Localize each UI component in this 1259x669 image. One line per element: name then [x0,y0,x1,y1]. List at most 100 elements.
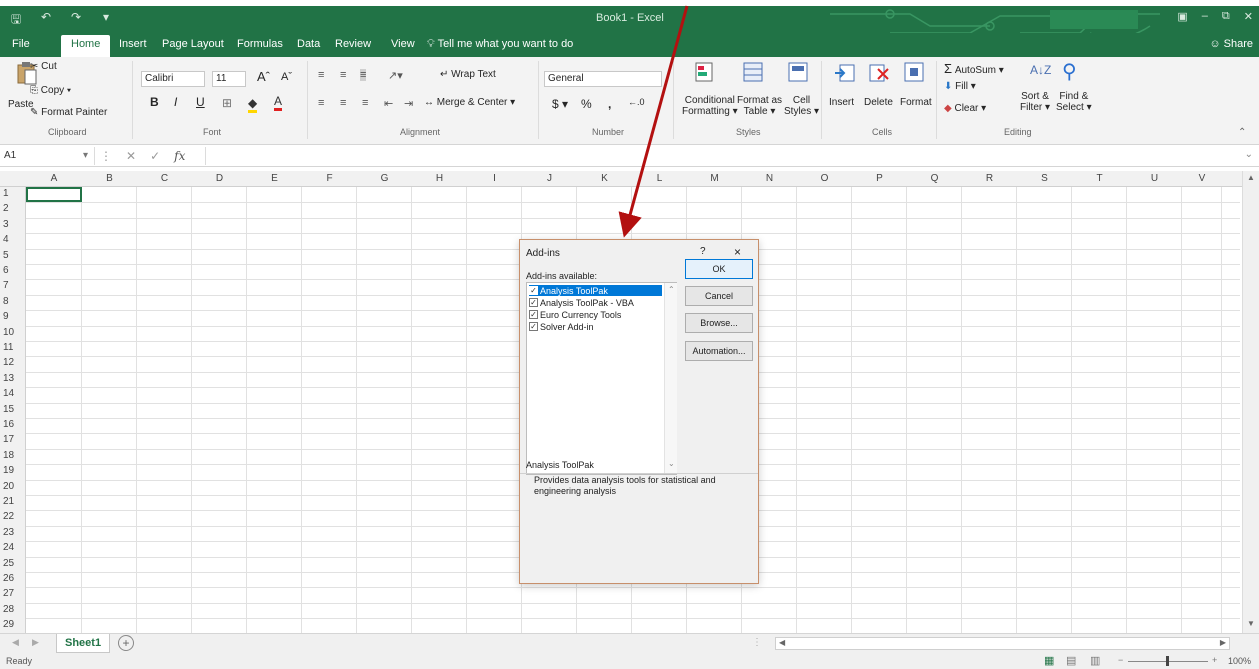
enter-entry-icon[interactable]: ✓ [150,149,160,163]
align-right-icon[interactable]: ≡ [362,97,368,109]
decrease-indent-icon[interactable]: ⇤ [384,97,393,110]
vertical-scrollbar[interactable]: ▲ ▼ [1242,171,1259,633]
row-header[interactable]: 25 [3,558,14,569]
format-as-table-icon[interactable] [742,61,764,85]
zoom-slider-thumb[interactable] [1166,656,1169,666]
currency-icon[interactable]: $ ▾ [552,97,568,111]
italic-button[interactable]: I [174,95,177,109]
delete-button[interactable]: Delete [864,97,893,108]
column-header[interactable]: G [357,173,412,184]
number-format-select[interactable]: General [544,71,662,87]
decrease-font-icon[interactable]: Aˇ [281,71,292,83]
automation-button[interactable]: Automation... [685,341,753,361]
zoom-level[interactable]: 100% [1228,656,1251,666]
find-select-button[interactable]: Find & Select ▾ [1056,91,1092,113]
column-header[interactable]: O [797,173,852,184]
ok-button[interactable]: OK [685,259,753,279]
row-header[interactable]: 16 [3,419,14,430]
fill-color-icon[interactable]: ◆ [248,96,258,113]
row-header[interactable]: 8 [3,296,9,307]
orientation-icon[interactable]: ↗▾ [388,69,403,82]
tell-me-box[interactable]: 💡︎ Tell me what you want to do [427,38,573,51]
tab-review[interactable]: Review [335,38,371,50]
column-header[interactable]: J [522,173,577,184]
row-header[interactable]: 20 [3,481,14,492]
align-left-icon[interactable]: ≡ [318,97,324,109]
save-icon[interactable]: 🖫 [8,10,24,31]
align-center-icon[interactable]: ≡ [340,97,346,109]
row-header[interactable]: 7 [3,280,9,291]
zoom-in-icon[interactable]: + [1212,655,1217,665]
conditional-formatting-icon[interactable] [694,61,716,85]
add-sheet-icon[interactable]: + [118,635,134,651]
list-item-euro-currency-tools[interactable]: ✓ Euro Currency Tools [529,309,662,320]
scroll-down-icon[interactable]: ▼ [1247,619,1255,628]
formula-input[interactable] [205,147,1245,165]
redo-icon[interactable]: ↷ [68,10,84,31]
column-header[interactable]: D [192,173,247,184]
share-button[interactable]: ☺ Share [1209,38,1253,50]
font-name-select[interactable]: Calibri [141,71,205,87]
column-header[interactable]: U [1127,173,1182,184]
chevron-up-icon[interactable]: ⌃ [668,285,675,294]
expand-formula-bar-icon[interactable]: ⌄ [1245,149,1253,160]
checkbox[interactable]: ✓ [529,310,538,319]
page-layout-view-icon[interactable]: ▤ [1066,654,1076,667]
list-item-analysis-toolpak[interactable]: ✓ Analysis ToolPak [529,285,662,296]
customize-qat-icon[interactable]: ▾ [98,10,114,31]
row-header[interactable]: 6 [3,265,9,276]
scroll-left-icon[interactable]: ◀ [779,638,785,647]
tab-formulas[interactable]: Formulas [237,38,283,50]
column-header[interactable]: R [962,173,1017,184]
delete-cells-icon[interactable] [868,61,890,85]
tab-page-layout[interactable]: Page Layout [162,38,224,50]
browse-button[interactable]: Browse... [685,313,753,333]
tab-home[interactable]: Home [61,35,111,57]
cell-styles-icon[interactable] [787,61,809,85]
add-ins-list[interactable]: ✓ Analysis ToolPak ✓ Analysis ToolPak - VB… [526,282,677,475]
column-header[interactable]: T [1072,173,1127,184]
cell-styles-button[interactable]: Cell Styles ▾ [784,95,819,117]
row-header[interactable]: 2 [3,203,9,214]
row-header[interactable]: 14 [3,388,14,399]
undo-icon[interactable]: ↶ [38,10,54,31]
column-header[interactable]: S [1017,173,1072,184]
row-header[interactable]: 10 [3,327,14,338]
horizontal-scrollbar[interactable]: ◀ ▶ [775,637,1230,650]
sort-filter-button[interactable]: Sort & Filter ▾ [1020,91,1050,113]
row-header[interactable]: 1 [3,188,9,199]
row-header[interactable]: 18 [3,450,14,461]
cancel-entry-icon[interactable]: ✕ [126,149,136,163]
format-button[interactable]: Format [900,97,932,108]
list-item-analysis-toolpak-vba[interactable]: ✓ Analysis ToolPak - VBA [529,297,662,308]
column-header[interactable]: A [26,173,82,184]
checkbox[interactable]: ✓ [529,298,538,307]
scroll-right-icon[interactable]: ▶ [1220,638,1226,647]
cut-button[interactable]: ✂ Cut [30,61,57,72]
align-middle-icon[interactable]: ≡ [340,69,346,81]
column-header[interactable]: M [687,173,742,184]
align-bottom-icon[interactable]: ≡ [360,69,367,81]
minimize-icon[interactable]: – [1202,10,1208,23]
row-header[interactable]: 23 [3,527,14,538]
font-size-select[interactable]: 11 [212,71,246,87]
tab-insert[interactable]: Insert [119,38,147,50]
row-header[interactable]: 4 [3,234,9,245]
row-header[interactable]: 28 [3,604,14,615]
column-header[interactable]: C [137,173,192,184]
wrap-text-button[interactable]: ↵ Wrap Text [440,69,496,80]
collapse-ribbon-icon[interactable]: ⌃ [1238,127,1246,138]
chevron-down-icon[interactable]: ⌄ [668,459,675,468]
column-header[interactable]: P [852,173,907,184]
list-item-solver-add-in[interactable]: ✓ Solver Add-in [529,321,662,332]
comma-style-icon[interactable]: , [608,97,611,111]
cancel-button[interactable]: Cancel [685,286,753,306]
prev-sheet-icon[interactable]: ◀ [12,637,19,648]
next-sheet-icon[interactable]: ▶ [32,637,39,648]
row-header[interactable]: 17 [3,434,14,445]
row-header[interactable]: 11 [3,342,13,353]
tab-view[interactable]: View [391,38,415,50]
font-color-icon[interactable]: A [274,94,283,111]
column-header[interactable]: H [412,173,467,184]
row-header[interactable]: 19 [3,465,14,476]
